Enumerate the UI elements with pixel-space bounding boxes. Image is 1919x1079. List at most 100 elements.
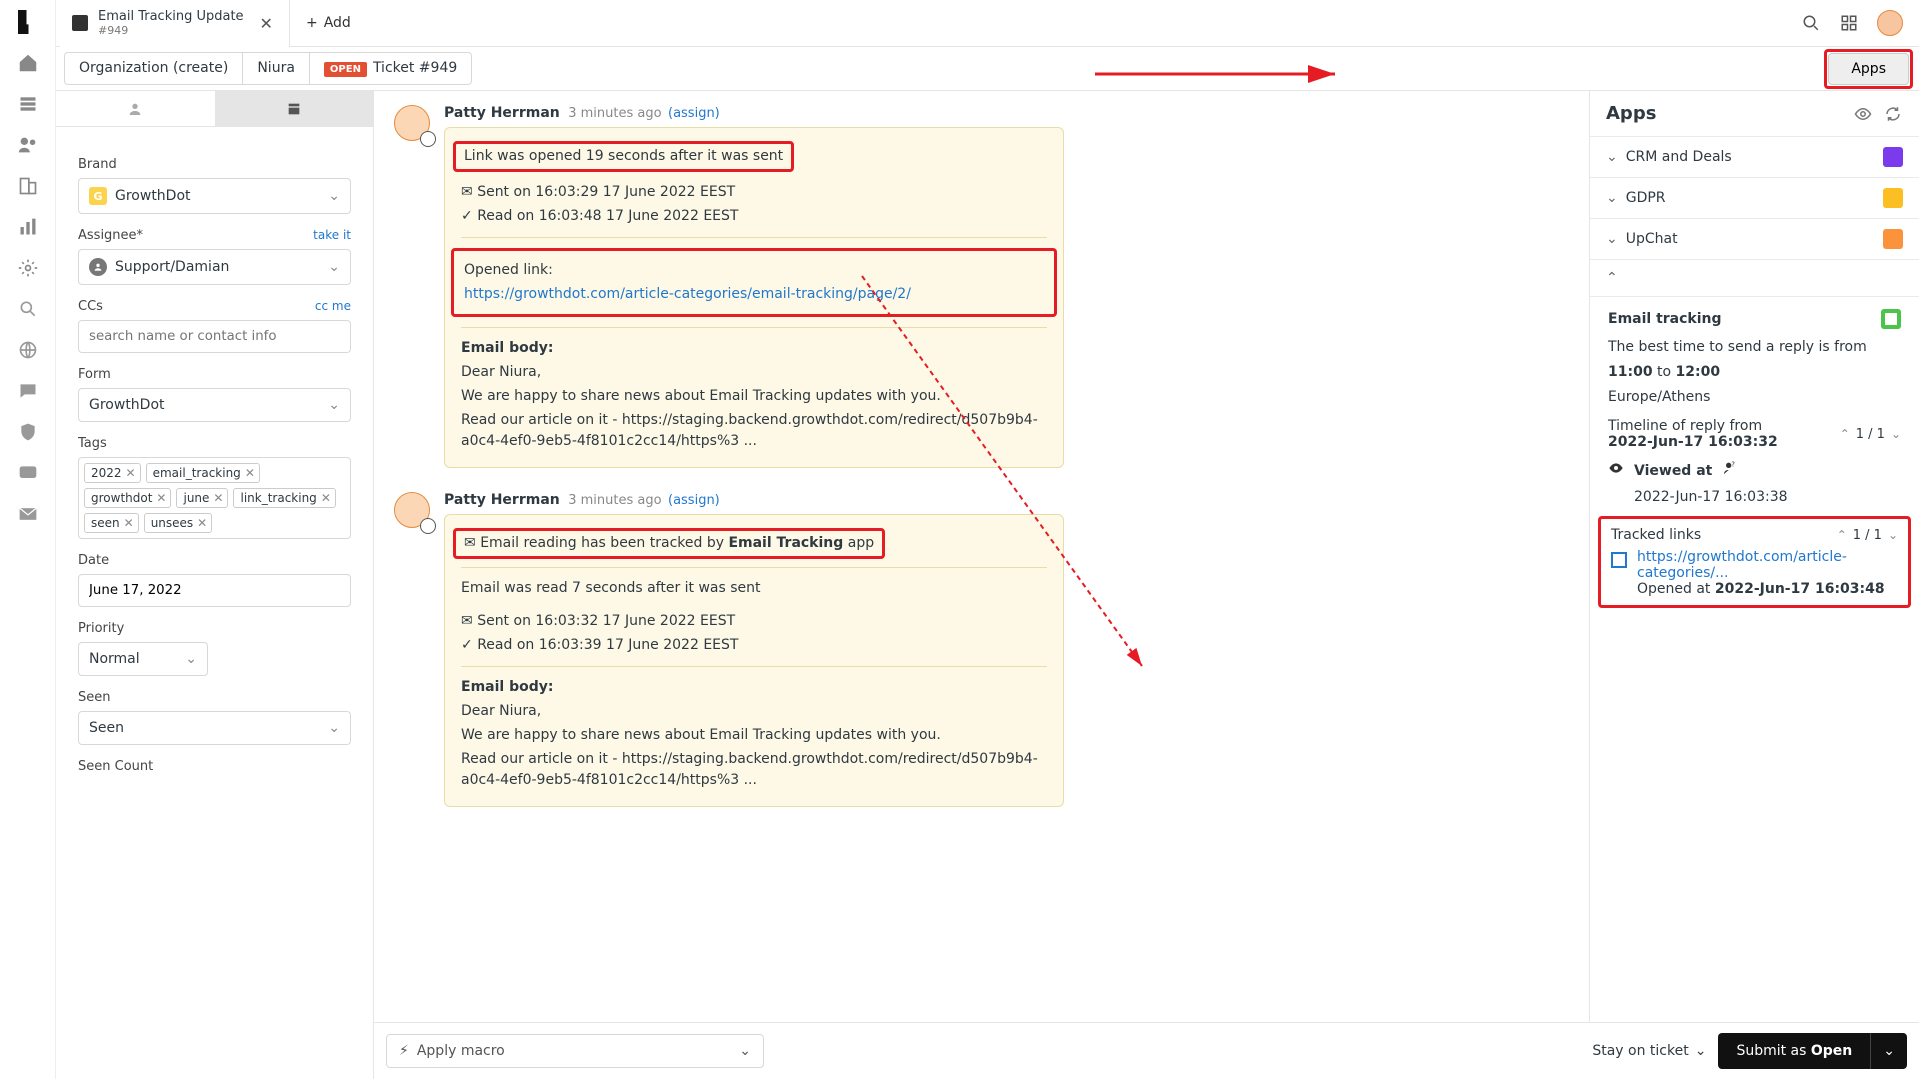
- breadcrumb-user[interactable]: Niura: [243, 53, 310, 84]
- org-icon[interactable]: [16, 174, 40, 198]
- customers-icon[interactable]: [16, 133, 40, 157]
- breadcrumb-ticket[interactable]: OPENTicket #949: [310, 53, 471, 84]
- chevron-down-icon: ⌄: [1695, 1043, 1707, 1059]
- highlight-annotation: Tracked links ⌃1 / 1⌄ https://growthdot.…: [1598, 516, 1911, 608]
- ccs-input[interactable]: [78, 320, 351, 353]
- brand-icon: G: [89, 187, 107, 205]
- submit-dropdown-button[interactable]: ⌄: [1870, 1033, 1907, 1069]
- remove-tag-icon[interactable]: ✕: [321, 491, 331, 505]
- apps-grid-icon[interactable]: [1839, 13, 1859, 33]
- app-section-crm[interactable]: ⌄ CRM and Deals: [1590, 136, 1919, 177]
- ticket-properties-panel: Brand G GrowthDot ⌄ Assignee*take it Sup…: [56, 91, 374, 1079]
- views-icon[interactable]: [16, 92, 40, 116]
- priority-label: Priority: [78, 621, 351, 636]
- ticket-bottom-bar: ⚡ Apply macro ⌄ Stay on ticket ⌄ Submit …: [374, 1022, 1919, 1079]
- app-section-gdpr[interactable]: ⌄ GDPR: [1590, 177, 1919, 218]
- apps-panel-button[interactable]: Apps: [1828, 53, 1909, 85]
- chevron-left-icon[interactable]: ⌃: [1840, 427, 1850, 441]
- home-icon[interactable]: [16, 51, 40, 75]
- globe-icon[interactable]: [16, 338, 40, 362]
- tag-item[interactable]: link_tracking ✕: [233, 488, 335, 508]
- priority-select[interactable]: Normal ⌄: [78, 642, 208, 676]
- remove-tag-icon[interactable]: ✕: [245, 466, 255, 480]
- form-select[interactable]: GrowthDot ⌄: [78, 388, 351, 422]
- submit-button[interactable]: Submit as Open: [1718, 1033, 1870, 1069]
- message-icon[interactable]: [16, 461, 40, 485]
- seen-select[interactable]: Seen ⌄: [78, 711, 351, 745]
- chevron-down-icon: ⌄: [739, 1043, 751, 1059]
- tags-input[interactable]: 2022 ✕email_tracking ✕ growthdot ✕june ✕l…: [78, 457, 351, 539]
- assign-link[interactable]: (assign): [668, 106, 720, 121]
- tag-item[interactable]: unsees ✕: [144, 513, 213, 533]
- remove-tag-icon[interactable]: ✕: [156, 491, 166, 505]
- highlight-annotation: ✉ Email reading has been tracked by Emai…: [453, 528, 885, 559]
- external-link-icon: [1611, 552, 1627, 568]
- app-section-collapse[interactable]: ⌃: [1590, 259, 1919, 296]
- form-label: Form: [78, 367, 351, 382]
- search-icon[interactable]: [1801, 13, 1821, 33]
- breadcrumb-org[interactable]: Organization (create): [65, 53, 243, 84]
- chevron-down-icon: ⌄: [1606, 190, 1618, 206]
- tag-item[interactable]: 2022 ✕: [84, 463, 141, 483]
- chevron-down-icon: ⌄: [185, 651, 197, 667]
- remove-tag-icon[interactable]: ✕: [213, 491, 223, 505]
- stay-on-ticket-select[interactable]: Stay on ticket ⌄: [1592, 1043, 1706, 1059]
- tab-title: Email Tracking Update: [98, 9, 244, 25]
- tag-item[interactable]: growthdot ✕: [84, 488, 171, 508]
- author-avatar[interactable]: [394, 105, 430, 141]
- chevron-right-icon[interactable]: ⌄: [1891, 427, 1901, 441]
- shield-icon[interactable]: [16, 420, 40, 444]
- app-icon: [1883, 229, 1903, 249]
- email-tracking-app-icon: [1881, 309, 1901, 329]
- seen-count-label: Seen Count: [78, 759, 351, 774]
- breadcrumb-bar: Organization (create) Niura OPENTicket #…: [0, 47, 1919, 91]
- chevron-right-icon[interactable]: ⌄: [1888, 528, 1898, 542]
- chevron-down-icon: ⌄: [328, 397, 340, 413]
- refresh-icon[interactable]: [1883, 104, 1903, 124]
- author-avatar[interactable]: [394, 492, 430, 528]
- tag-item[interactable]: june ✕: [176, 488, 228, 508]
- mail-nav-icon[interactable]: [16, 502, 40, 526]
- date-label: Date: [78, 553, 351, 568]
- profile-avatar[interactable]: [1877, 10, 1903, 36]
- assign-link[interactable]: (assign): [668, 493, 720, 508]
- tag-item[interactable]: seen ✕: [84, 513, 139, 533]
- properties-tab-ticket[interactable]: [215, 91, 374, 127]
- tag-item[interactable]: email_tracking ✕: [146, 463, 260, 483]
- remove-tag-icon[interactable]: ✕: [124, 516, 134, 530]
- ticket-tab[interactable]: Email Tracking Update #949 ✕: [60, 0, 290, 47]
- take-it-link[interactable]: take it: [313, 228, 351, 243]
- chevron-down-icon: ⌄: [328, 259, 340, 275]
- close-icon[interactable]: ✕: [254, 14, 279, 33]
- chat-icon[interactable]: [16, 379, 40, 403]
- apps-header: Apps: [1606, 103, 1656, 124]
- eye-icon[interactable]: [1853, 104, 1873, 124]
- brand-select[interactable]: G GrowthDot ⌄: [78, 178, 351, 214]
- apply-macro-select[interactable]: ⚡ Apply macro ⌄: [386, 1034, 764, 1068]
- tracked-link[interactable]: https://growthdot.com/article-categories…: [1637, 549, 1847, 581]
- email-tracking-app: Email tracking The best time to send a r…: [1590, 296, 1919, 620]
- cc-me-link[interactable]: cc me: [315, 299, 351, 314]
- opened-link[interactable]: https://growthdot.com/article-categories…: [464, 286, 911, 302]
- chevron-down-icon: ⌄: [1606, 149, 1618, 165]
- remove-tag-icon[interactable]: ✕: [197, 516, 207, 530]
- person-icon: [89, 258, 107, 276]
- add-tab-button[interactable]: + Add: [290, 15, 367, 31]
- chevron-left-icon[interactable]: ⌃: [1837, 528, 1847, 542]
- app-section-upchat[interactable]: ⌄ UpChat: [1590, 218, 1919, 259]
- properties-tab-user[interactable]: [56, 91, 215, 127]
- date-input[interactable]: [78, 574, 351, 607]
- status-badge: OPEN: [324, 62, 367, 77]
- ticket-tab-icon: [72, 15, 88, 31]
- highlight-annotation: Link was opened 19 seconds after it was …: [453, 141, 794, 172]
- search-app-icon[interactable]: [16, 297, 40, 321]
- macro-icon: ⚡: [399, 1043, 409, 1059]
- brand-logo-icon[interactable]: [16, 10, 40, 34]
- reports-icon[interactable]: [16, 215, 40, 239]
- admin-gear-icon[interactable]: [16, 256, 40, 280]
- message-timestamp: 3 minutes ago: [568, 106, 661, 121]
- highlight-annotation: Opened link: https://growthdot.com/artic…: [451, 248, 1057, 317]
- remove-tag-icon[interactable]: ✕: [126, 466, 136, 480]
- message-timestamp: 3 minutes ago: [568, 493, 661, 508]
- assignee-select[interactable]: Support/Damian ⌄: [78, 249, 351, 285]
